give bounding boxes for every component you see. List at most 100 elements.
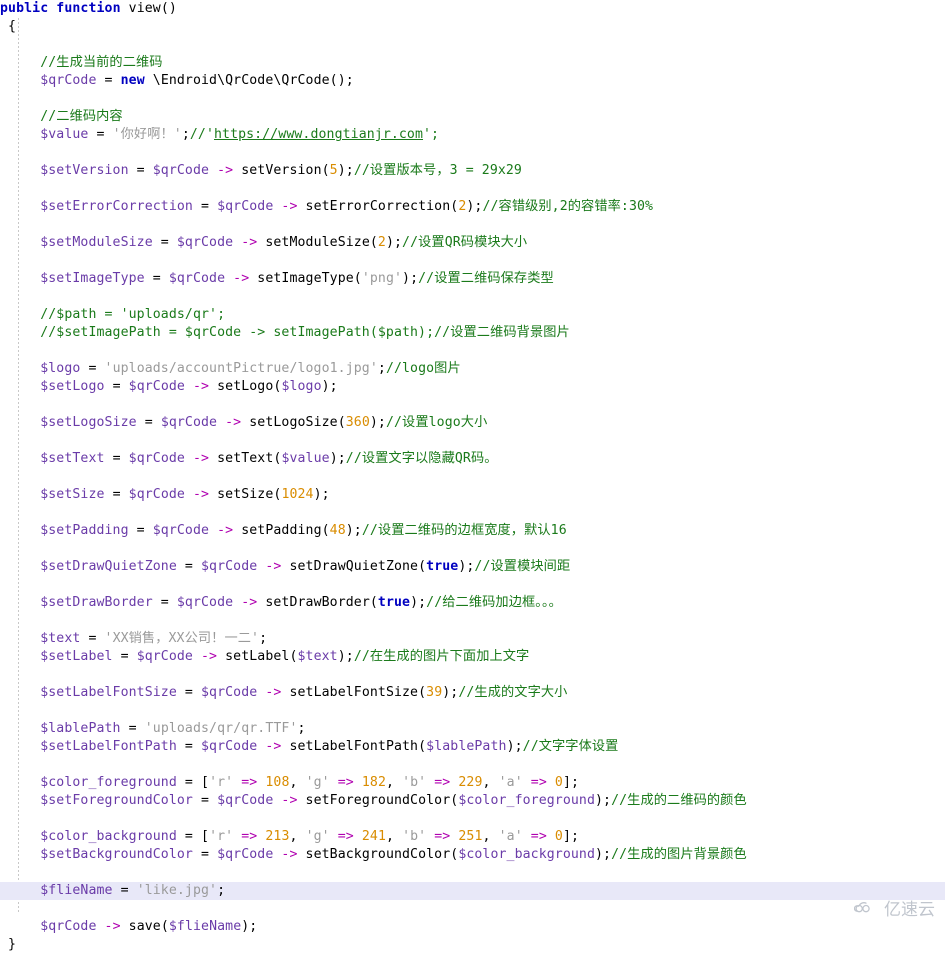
- double-arrow: =>: [522, 829, 555, 844]
- arrow-operator: ->: [96, 919, 129, 934]
- variable: $value: [40, 127, 89, 142]
- semicolon: ;: [377, 361, 386, 376]
- comma: ,: [289, 775, 306, 790]
- array-key: 'g': [305, 829, 330, 844]
- assign: =: [176, 829, 202, 844]
- variable: $color_background: [40, 829, 177, 844]
- assign: =: [88, 127, 113, 142]
- paren-close: );: [385, 235, 403, 250]
- double-arrow: =>: [233, 829, 266, 844]
- array-key: 'r': [209, 829, 234, 844]
- argument-variable: $lablePath: [426, 739, 507, 754]
- code-line: $setPadding = $qrCode -> setPadding(48);…: [0, 522, 945, 540]
- code-line: $setLabelFontSize = $qrCode -> setLabelF…: [0, 684, 945, 702]
- array-key: 'b': [402, 775, 427, 790]
- method-name: setErrorCorrection: [305, 199, 451, 214]
- code-line: $text = 'XX销售，XX公司！一二';: [0, 630, 945, 648]
- code-line-highlighted: $flieName = 'like.jpg';: [0, 882, 945, 900]
- code-line: $setLabelFontPath = $qrCode -> setLabelF…: [0, 738, 945, 756]
- code-line: public function view(): [0, 0, 945, 18]
- assign: =: [152, 235, 177, 250]
- object-variable: $qrCode: [201, 739, 258, 754]
- assign: =: [80, 361, 105, 376]
- number-literal: 241: [361, 829, 386, 844]
- assign: =: [192, 793, 218, 808]
- number-literal: 229: [458, 775, 483, 790]
- argument-variable: $value: [281, 451, 330, 466]
- object-variable: $qrCode: [176, 595, 234, 610]
- code-line: $qrCode = new \Endroid\QrCode\QrCode();: [0, 72, 945, 90]
- code-line: $setBackgroundColor = $qrCode -> setBack…: [0, 846, 945, 864]
- paren-close: );: [466, 199, 483, 214]
- code-line: $setDrawQuietZone = $qrCode -> setDrawQu…: [0, 558, 945, 576]
- number-literal: 0: [554, 829, 563, 844]
- keyword-new: new: [120, 73, 145, 88]
- code-line: $setSize = $qrCode -> setSize(1024);: [0, 486, 945, 504]
- comment: //容错级别,2的容错率:30%: [482, 199, 654, 214]
- paren-open: (: [369, 235, 378, 250]
- variable: $setLogoSize: [40, 415, 137, 430]
- arrow-operator: ->: [225, 271, 258, 286]
- assign: =: [176, 559, 202, 574]
- array-key: 'a': [498, 829, 523, 844]
- code-line: $color_foreground = ['r' => 108, 'g' => …: [0, 774, 945, 792]
- paren-close: );: [337, 649, 354, 664]
- comment: //生成的文字大小: [458, 685, 568, 700]
- method-name: setDrawQuietZone: [289, 559, 419, 574]
- code-line: $lablePath = 'uploads/qr/qr.TTF';: [0, 720, 945, 738]
- paren-open: (: [418, 685, 427, 700]
- keyword-true: true: [426, 559, 459, 574]
- number-literal: 39: [426, 685, 443, 700]
- paren-open: (: [369, 595, 378, 610]
- paren-close: );: [402, 271, 419, 286]
- close-brace: }: [8, 937, 17, 952]
- code-line: $setDrawBorder = $qrCode -> setDrawBorde…: [0, 594, 945, 612]
- bracket-close: ];: [562, 829, 580, 844]
- variable: $setBackgroundColor: [40, 847, 193, 862]
- method-name: setLabelFontSize: [289, 685, 419, 700]
- comment: //设置版本号，3 = 29x29: [353, 163, 522, 178]
- array-key: 'g': [305, 775, 330, 790]
- string-literal: 'uploads/accountPictrue/logo1.jpg': [104, 361, 378, 376]
- code-content[interactable]: public function view() { //生成当前的二维码 $qrC…: [0, 0, 945, 954]
- number-literal: 251: [458, 829, 483, 844]
- code-line: $value = '你好啊！';//'https://www.dongtianj…: [0, 126, 945, 144]
- comma: ,: [386, 775, 403, 790]
- method-name: setLogo: [217, 379, 274, 394]
- code-editor[interactable]: public function view() { //生成当前的二维码 $qrC…: [0, 0, 945, 952]
- comment: //给二维码加边框。。。: [426, 595, 562, 610]
- arrow-operator: ->: [273, 199, 306, 214]
- paren-close: );: [345, 523, 362, 538]
- double-arrow: =>: [233, 775, 266, 790]
- number-literal: 213: [265, 829, 290, 844]
- number-literal: 360: [345, 415, 370, 430]
- cloud-icon: [854, 900, 880, 916]
- comma: ,: [289, 829, 306, 844]
- variable: $setImageType: [40, 271, 145, 286]
- paren-close: );: [506, 739, 523, 754]
- object-variable: $qrCode: [128, 487, 185, 502]
- assign: =: [104, 379, 129, 394]
- watermark: 亿速云: [854, 895, 935, 920]
- comment: //二维码内容: [40, 109, 123, 124]
- keyword-public: public: [0, 1, 49, 16]
- comma: ,: [386, 829, 403, 844]
- method-name: setText: [217, 451, 274, 466]
- code-line: $setLabel = $qrCode -> setLabel($text);/…: [0, 648, 945, 666]
- url-link[interactable]: https://www.dongtianjr.com: [214, 127, 423, 142]
- variable: $text: [40, 631, 81, 646]
- arrow-operator: ->: [209, 163, 242, 178]
- code-line: $logo = 'uploads/accountPictrue/logo1.jp…: [0, 360, 945, 378]
- argument-variable: $text: [297, 649, 338, 664]
- assign: =: [136, 415, 161, 430]
- object-variable: $qrCode: [40, 919, 97, 934]
- code-line: $setModuleSize = $qrCode -> setModuleSiz…: [0, 234, 945, 252]
- arrow-operator: ->: [273, 847, 306, 862]
- paren-open: (: [418, 739, 427, 754]
